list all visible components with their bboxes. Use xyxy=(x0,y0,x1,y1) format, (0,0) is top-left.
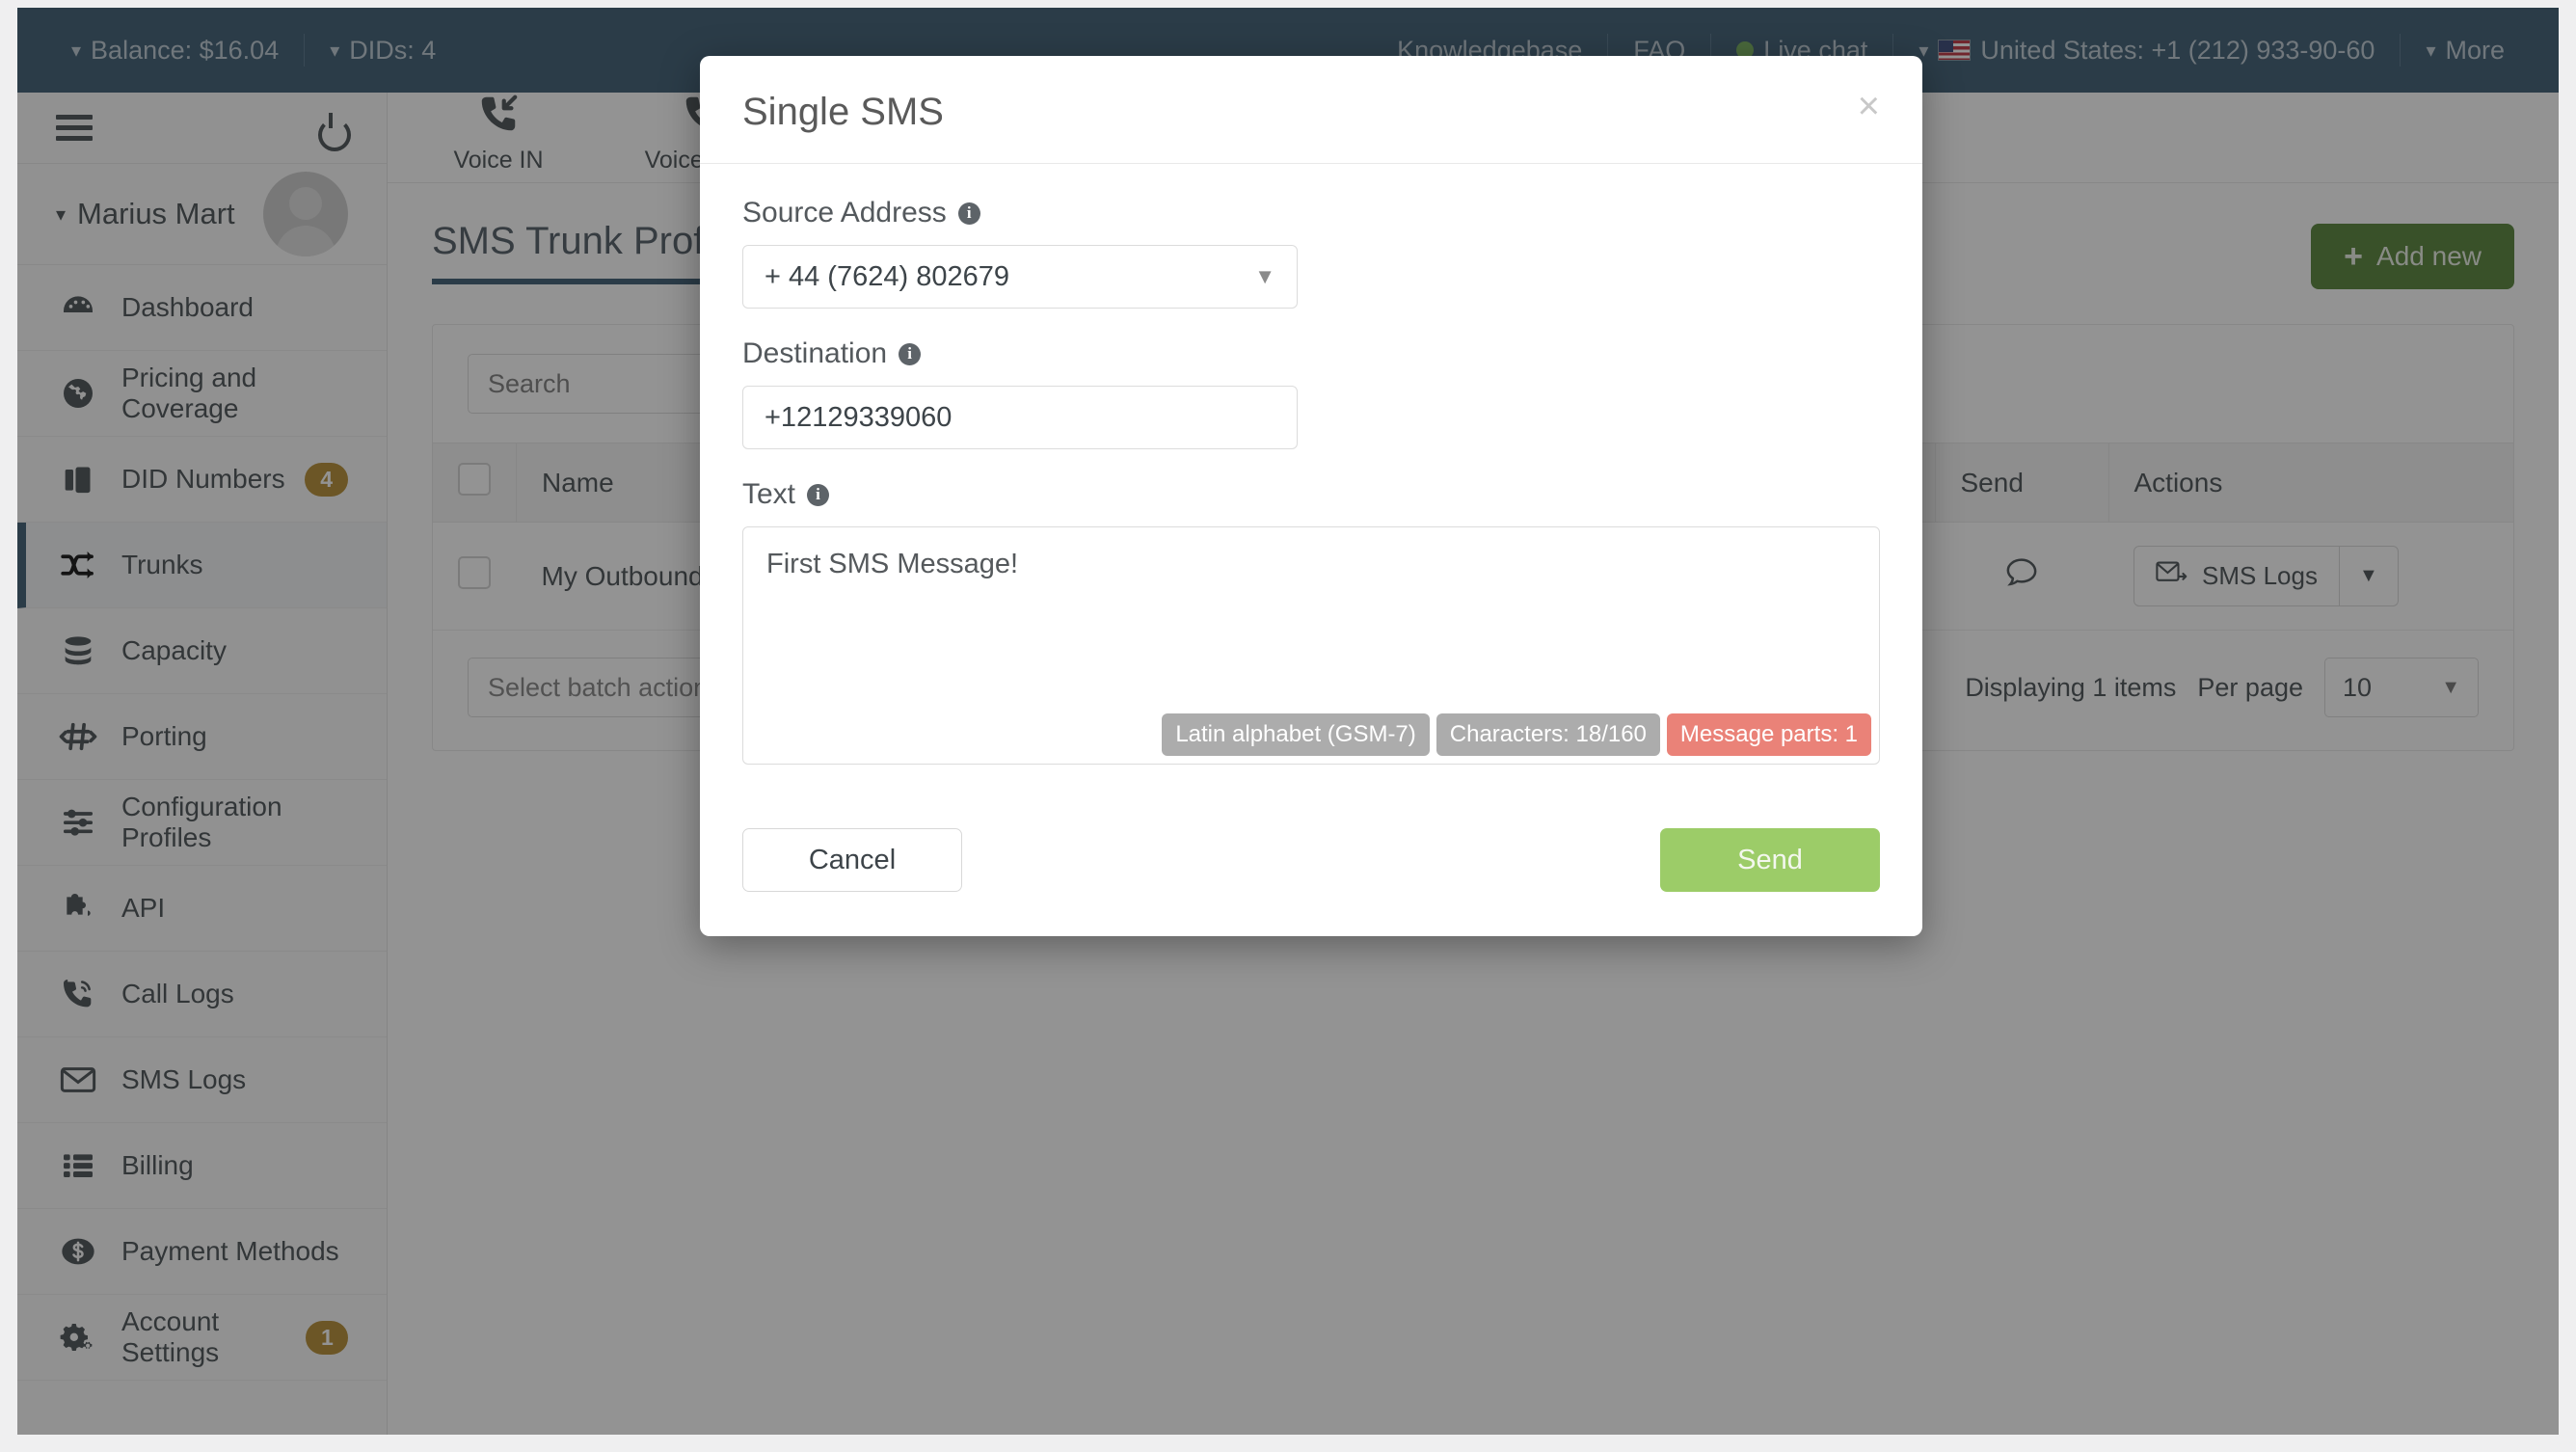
modal-header: Single SMS × xyxy=(700,56,1922,164)
message-parts-badge: Message parts: 1 xyxy=(1666,713,1871,756)
text-label: Text xyxy=(742,478,796,510)
source-address-select[interactable]: + 44 (7624) 802679 ▼ xyxy=(742,245,1298,309)
source-address-label-row: Source Address i xyxy=(742,197,1880,229)
info-icon[interactable]: i xyxy=(807,483,830,506)
message-text-value: First SMS Message! xyxy=(766,549,1019,579)
source-address-field: Source Address i + 44 (7624) 802679 ▼ xyxy=(742,197,1880,309)
message-textarea[interactable]: First SMS Message! Latin alphabet (GSM-7… xyxy=(742,526,1880,765)
alphabet-badge: Latin alphabet (GSM-7) xyxy=(1162,713,1430,756)
application-window: ▾ Balance: $16.04 ▾ DIDs: 4 Knowledgebas… xyxy=(17,8,2559,1435)
destination-label-row: Destination i xyxy=(742,337,1880,370)
modal-body: Source Address i + 44 (7624) 802679 ▼ De… xyxy=(700,164,1922,803)
send-button[interactable]: Send xyxy=(1660,828,1880,892)
destination-value: +12129339060 xyxy=(765,401,953,433)
info-icon[interactable]: i xyxy=(957,202,980,225)
source-address-label: Source Address xyxy=(742,197,947,229)
modal-footer: Cancel Send xyxy=(700,803,1922,936)
text-label-row: Text i xyxy=(742,478,1880,511)
message-info-badges: Latin alphabet (GSM-7) Characters: 18/16… xyxy=(1162,713,1871,756)
caret-down-icon: ▼ xyxy=(1254,264,1275,288)
text-field: Text i First SMS Message! Latin alphabet… xyxy=(742,478,1880,765)
info-icon[interactable]: i xyxy=(899,342,922,365)
character-count-badge: Characters: 18/160 xyxy=(1436,713,1660,756)
close-icon[interactable]: × xyxy=(1858,87,1880,125)
single-sms-modal: Single SMS × Source Address i + 44 (7624… xyxy=(700,56,1922,936)
source-address-value: + 44 (7624) 802679 xyxy=(765,260,1009,292)
modal-title: Single SMS xyxy=(742,91,944,133)
destination-label: Destination xyxy=(742,337,888,369)
destination-field: Destination i +12129339060 xyxy=(742,337,1880,449)
destination-input[interactable]: +12129339060 xyxy=(742,386,1298,449)
cancel-button[interactable]: Cancel xyxy=(742,828,962,892)
